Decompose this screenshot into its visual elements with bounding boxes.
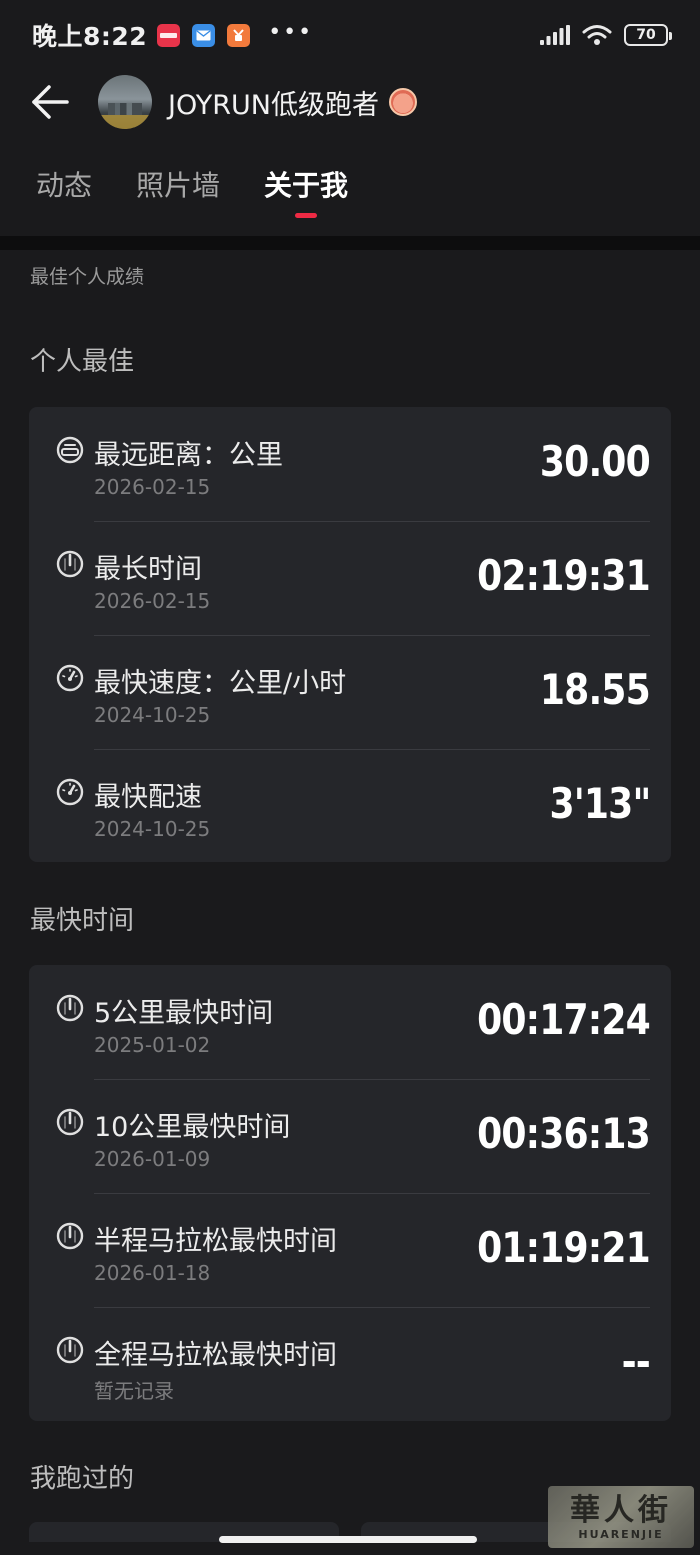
record-value: 01:19:21 [477, 1223, 651, 1272]
record-date: 2024-10-25 [94, 703, 211, 727]
record-row-10k[interactable]: 10公里最快时间 2026-01-09 00:36:13 [29, 1079, 671, 1193]
personal-best-title: 个人最佳 [30, 347, 135, 377]
record-date: 2026-01-09 [94, 1147, 211, 1171]
record-date: 2026-02-15 [94, 475, 211, 499]
record-row-half-marathon[interactable]: 半程马拉松最快时间 2026-01-18 01:19:21 [29, 1193, 671, 1307]
header-divider [0, 236, 700, 250]
record-row-5k[interactable]: 5公里最快时间 2025-01-02 00:17:24 [29, 965, 671, 1079]
app-mail-icon [192, 23, 216, 47]
record-value: 00:36:13 [477, 1109, 651, 1158]
status-overflow-icon: ••• [268, 19, 314, 45]
record-row-full-marathon[interactable]: 全程马拉松最快时间 暂无记录 -- [29, 1307, 671, 1421]
record-date: 2026-01-18 [94, 1261, 211, 1285]
record-label: 半程马拉松最快时间 [94, 1226, 337, 1257]
record-row-longest-distance[interactable]: 最远距离：公里 2026-02-15 30.00 [29, 407, 671, 521]
record-row-fastest-pace[interactable]: 最快配速 2024-10-25 3'13" [29, 749, 671, 863]
signal-icon [540, 25, 570, 45]
record-value: 30.00 [540, 437, 651, 486]
watermark-sub-text: HUARENJIE [578, 1527, 664, 1541]
record-value: -- [621, 1337, 651, 1386]
record-label: 全程马拉松最快时间 [94, 1340, 337, 1371]
home-indicator[interactable] [219, 1536, 477, 1543]
wifi-icon [582, 25, 612, 45]
avatar[interactable] [98, 75, 152, 129]
tab-feed[interactable]: 动态 [36, 150, 92, 220]
record-label: 最长时间 [94, 554, 202, 585]
record-date: 2025-01-02 [94, 1033, 211, 1057]
tab-feed-label: 动态 [36, 169, 93, 202]
tab-photo-wall-label: 照片墙 [136, 169, 221, 202]
status-bar: 晚上8:22 ••• 70 [0, 0, 700, 70]
fastest-time-title: 最快时间 [30, 906, 135, 936]
app-red-icon [157, 23, 181, 47]
arrow-left-icon [32, 85, 69, 119]
active-tab-indicator [295, 213, 318, 218]
profile-header: JOYRUN低级跑者 [0, 70, 700, 134]
personal-best-card: 最远距离：公里 2026-02-15 30.00 最长时间 2026-02-15… [29, 407, 671, 862]
record-value: 3'13" [549, 779, 651, 828]
battery-icon: 70 [624, 24, 672, 46]
stopwatch-icon [56, 550, 84, 578]
record-value: 00:17:24 [477, 995, 651, 1044]
record-label: 最快速度：公里/小时 [94, 668, 347, 699]
ran-section-title: 我跑过的 [30, 1464, 135, 1494]
user-level-badge-icon [388, 88, 417, 116]
record-row-longest-time[interactable]: 最长时间 2026-02-15 02:19:31 [29, 521, 671, 635]
stopwatch-icon [56, 1222, 84, 1250]
stopwatch-icon [56, 1336, 84, 1364]
watermark-logo: 華人街 HUARENJIE [548, 1486, 694, 1548]
fastest-time-card: 5公里最快时间 2025-01-02 00:17:24 10公里最快时间 202… [29, 965, 671, 1421]
stopwatch-icon [56, 994, 84, 1022]
distance-gauge-icon [56, 436, 84, 464]
tab-about-me[interactable]: 关于我 [264, 150, 348, 220]
watermark-main-text: 華人街 [570, 1492, 672, 1528]
record-date: 2024-10-25 [94, 817, 211, 841]
username: JOYRUN低级跑者 [168, 89, 379, 121]
tab-about-me-label: 关于我 [264, 169, 349, 202]
tab-photo-wall[interactable]: 照片墙 [136, 150, 220, 220]
speedometer-icon [56, 778, 84, 806]
record-label: 5公里最快时间 [94, 998, 274, 1029]
record-label: 最远距离：公里 [94, 440, 283, 471]
record-value: 02:19:31 [477, 551, 651, 600]
record-label: 最快配速 [94, 782, 202, 813]
profile-tabs: 动态 照片墙 关于我 [0, 150, 700, 236]
status-app-icons: ••• [157, 20, 313, 47]
record-value: 18.55 [540, 665, 651, 714]
record-label: 10公里最快时间 [94, 1112, 291, 1143]
speedometer-icon [56, 664, 84, 692]
record-row-fastest-speed[interactable]: 最快速度：公里/小时 2024-10-25 18.55 [29, 635, 671, 749]
record-date: 2026-02-15 [94, 589, 211, 613]
record-date: 暂无记录 [94, 1379, 174, 1403]
back-button[interactable] [20, 72, 80, 132]
status-time: 晚上8:22 [32, 22, 148, 51]
status-indicators: 70 [540, 24, 672, 46]
stopwatch-icon [56, 1108, 84, 1136]
best-records-label: 最佳个人成绩 [30, 266, 145, 288]
app-orange-icon [227, 23, 251, 47]
